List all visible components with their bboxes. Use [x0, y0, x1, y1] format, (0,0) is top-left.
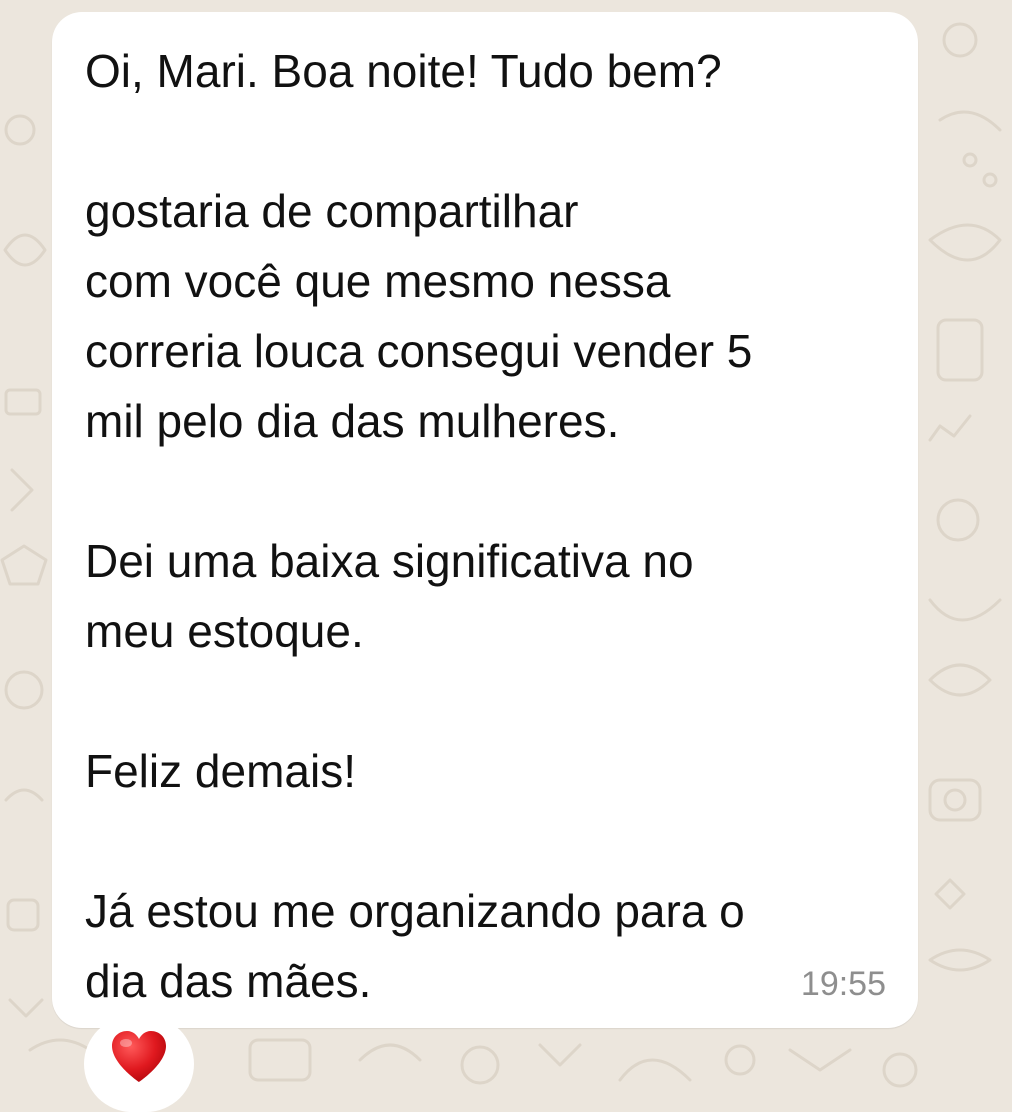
message-paragraph: gostaria de compartilhar com você que me…	[85, 185, 753, 447]
message-bubble[interactable]: Oi, Mari. Boa noite! Tudo bem? gostaria …	[52, 12, 918, 1028]
message-paragraph: Oi, Mari. Boa noite! Tudo bem?	[85, 45, 722, 97]
message-timestamp: 19:55	[800, 965, 886, 1003]
message-paragraph: Feliz demais!	[85, 745, 356, 797]
message-text: Oi, Mari. Boa noite! Tudo bem? gostaria …	[85, 36, 905, 1016]
reaction-badge[interactable]	[84, 1016, 194, 1112]
red-heart-icon	[112, 1031, 166, 1082]
message-paragraph: Já estou me organizando para o dia das m…	[85, 885, 745, 1007]
message-paragraph: Dei uma baixa significativa no meu estoq…	[85, 535, 694, 657]
